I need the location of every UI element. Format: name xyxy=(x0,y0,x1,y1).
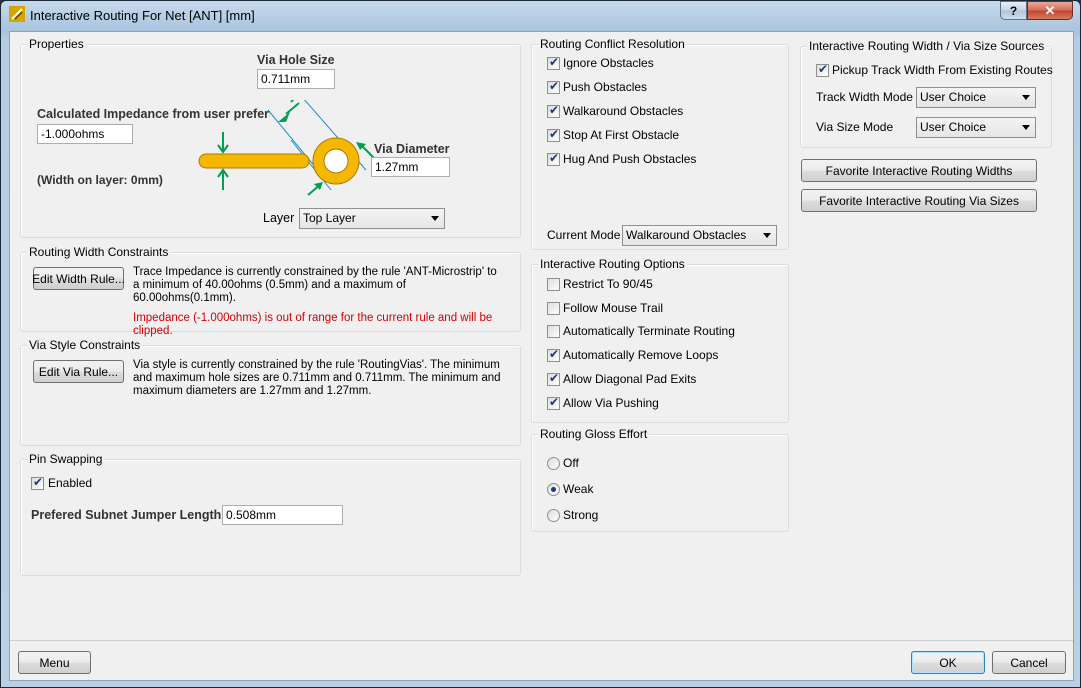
auto-terminate-label: Automatically Terminate Routing xyxy=(563,324,735,338)
conflict-stop-label: Stop At First Obstacle xyxy=(563,128,680,142)
dialog-footer: Menu OK Cancel xyxy=(10,641,1073,680)
track-width-mode-select[interactable]: User Choice xyxy=(916,87,1036,108)
follow-mouse-label: Follow Mouse Trail xyxy=(563,301,664,315)
properties-title: Properties xyxy=(27,37,86,51)
sources-group: Interactive Routing Width / Via Size Sou… xyxy=(800,39,1053,148)
layer-select[interactable]: Top Layer xyxy=(299,208,445,229)
chevron-down-icon xyxy=(1022,95,1030,100)
via-diameter-label: Via Diameter xyxy=(374,142,450,156)
via-diameter-input[interactable]: 1.27mm xyxy=(371,157,450,177)
via-constraints-title: Via Style Constraints xyxy=(27,338,143,352)
gloss-off-label: Off xyxy=(563,456,579,470)
favorite-widths-button[interactable]: Favorite Interactive Routing Widths xyxy=(801,159,1037,182)
jumper-length-label: Prefered Subnet Jumper Length xyxy=(31,508,222,522)
chevron-down-icon xyxy=(763,233,771,238)
width-on-layer: (Width on layer: 0mm) xyxy=(37,173,163,187)
conflict-ignore-label: Ignore Obstacles xyxy=(563,56,654,70)
options-title: Interactive Routing Options xyxy=(538,257,687,271)
close-icon: ✕ xyxy=(1044,2,1056,18)
via-constraints-group: Via Style Constraints Edit Via Rule... V… xyxy=(20,338,521,446)
gloss-strong-radio[interactable] xyxy=(547,509,560,522)
pin-swapping-group: Pin Swapping Enabled Prefered Subnet Jum… xyxy=(20,452,521,576)
gloss-strong-label: Strong xyxy=(563,508,599,522)
via-hole-label: Via Hole Size xyxy=(257,53,335,67)
restrict-9045-label: Restrict To 90/45 xyxy=(563,277,653,291)
layer-label: Layer xyxy=(263,211,295,225)
window-title: Interactive Routing For Net [ANT] [mm] xyxy=(30,8,255,23)
pickup-track-width-label: Pickup Track Width From Existing Routes xyxy=(832,63,1053,77)
via-hole-input[interactable]: 0.711mm xyxy=(257,69,335,89)
via-size-mode-label: Via Size Mode xyxy=(816,120,894,134)
via-pushing-checkbox[interactable] xyxy=(547,395,560,410)
track-width-mode-label: Track Width Mode xyxy=(816,90,913,104)
conflict-title: Routing Conflict Resolution xyxy=(538,37,687,51)
pin-swapping-title: Pin Swapping xyxy=(27,452,105,466)
gloss-title: Routing Gloss Effort xyxy=(538,427,650,441)
width-constraints-title: Routing Width Constraints xyxy=(27,245,171,259)
track-width-mode-value: User Choice xyxy=(920,90,987,104)
conflict-walkaround-label: Walkaround Obstacles xyxy=(563,104,684,118)
auto-terminate-checkbox[interactable] xyxy=(547,325,560,338)
via-trace-diagram xyxy=(198,100,375,196)
conflict-push-checkbox[interactable] xyxy=(547,79,560,94)
gloss-weak-label: Weak xyxy=(563,482,594,496)
current-mode-label: Current Mode xyxy=(547,228,621,242)
restrict-9045-checkbox[interactable] xyxy=(547,278,560,291)
diagonal-pad-exits-checkbox[interactable] xyxy=(547,371,560,386)
auto-remove-loops-checkbox[interactable] xyxy=(547,347,560,362)
pin-swap-enabled-label: Enabled xyxy=(48,476,93,490)
routing-options-group: Interactive Routing Options Restrict To … xyxy=(531,257,789,423)
cancel-button[interactable]: Cancel xyxy=(992,651,1066,674)
chevron-down-icon xyxy=(1022,125,1030,130)
help-icon: ? xyxy=(1009,3,1018,18)
jumper-length-input[interactable]: 0.508mm xyxy=(222,505,343,525)
conflict-ignore-checkbox[interactable] xyxy=(547,55,560,70)
title-bar[interactable]: Interactive Routing For Net [ANT] [mm] ?… xyxy=(1,1,1080,31)
gloss-off-radio[interactable] xyxy=(547,457,560,470)
gloss-effort-group: Routing Gloss Effort Off Weak Strong xyxy=(531,427,789,532)
diagonal-pad-exits-label: Allow Diagonal Pad Exits xyxy=(563,372,697,386)
favorite-via-sizes-button[interactable]: Favorite Interactive Routing Via Sizes xyxy=(801,189,1037,212)
menu-button[interactable]: Menu xyxy=(18,651,91,674)
close-button[interactable]: ✕ xyxy=(1027,1,1073,20)
layer-select-value: Top Layer xyxy=(303,211,356,225)
conflict-push-label: Push Obstacles xyxy=(563,80,648,94)
via-size-mode-value: User Choice xyxy=(920,120,987,134)
width-constraints-group: Routing Width Constraints Edit Width Rul… xyxy=(20,245,521,337)
impedance-warning-text: Impedance (-1.000ohms) is out of range f… xyxy=(133,312,493,337)
auto-remove-loops-label: Automatically Remove Loops xyxy=(563,348,719,362)
dialog-window: Interactive Routing For Net [ANT] [mm] ?… xyxy=(0,0,1081,688)
gloss-weak-radio[interactable] xyxy=(547,483,560,496)
edit-width-rule-button[interactable]: Edit Width Rule... xyxy=(32,267,125,290)
pin-swap-enabled-checkbox[interactable] xyxy=(31,475,44,490)
width-constraint-text: Trace Impedance is currently constrained… xyxy=(133,266,497,304)
via-size-mode-select[interactable]: User Choice xyxy=(916,117,1036,138)
current-mode-select[interactable]: Walkaround Obstacles xyxy=(622,225,777,246)
via-constraint-text: Via style is currently constrained by th… xyxy=(133,359,501,397)
conflict-hug-label: Hug And Push Obstacles xyxy=(563,152,697,166)
current-mode-value: Walkaround Obstacles xyxy=(626,228,747,242)
conflict-walkaround-checkbox[interactable] xyxy=(547,103,560,118)
conflict-resolution-group: Routing Conflict Resolution Ignore Obsta… xyxy=(531,37,789,250)
conflict-hug-checkbox[interactable] xyxy=(547,151,560,166)
dialog-client: Properties Via Hole Size 0.711mm Calcula… xyxy=(9,31,1074,681)
via-pushing-label: Allow Via Pushing xyxy=(563,396,659,410)
properties-group: Properties Via Hole Size 0.711mm Calcula… xyxy=(20,37,521,238)
conflict-stop-checkbox[interactable] xyxy=(547,127,560,142)
edit-via-rule-button[interactable]: Edit Via Rule... xyxy=(33,360,124,383)
pickup-track-width-checkbox[interactable] xyxy=(816,62,829,77)
impedance-input[interactable]: -1.000ohms xyxy=(37,124,133,144)
sources-title: Interactive Routing Width / Via Size Sou… xyxy=(807,39,1047,53)
altium-app-icon xyxy=(9,6,25,22)
help-button[interactable]: ? xyxy=(1000,1,1027,20)
follow-mouse-checkbox[interactable] xyxy=(547,302,560,315)
ok-button[interactable]: OK xyxy=(911,651,985,674)
chevron-down-icon xyxy=(431,216,439,221)
